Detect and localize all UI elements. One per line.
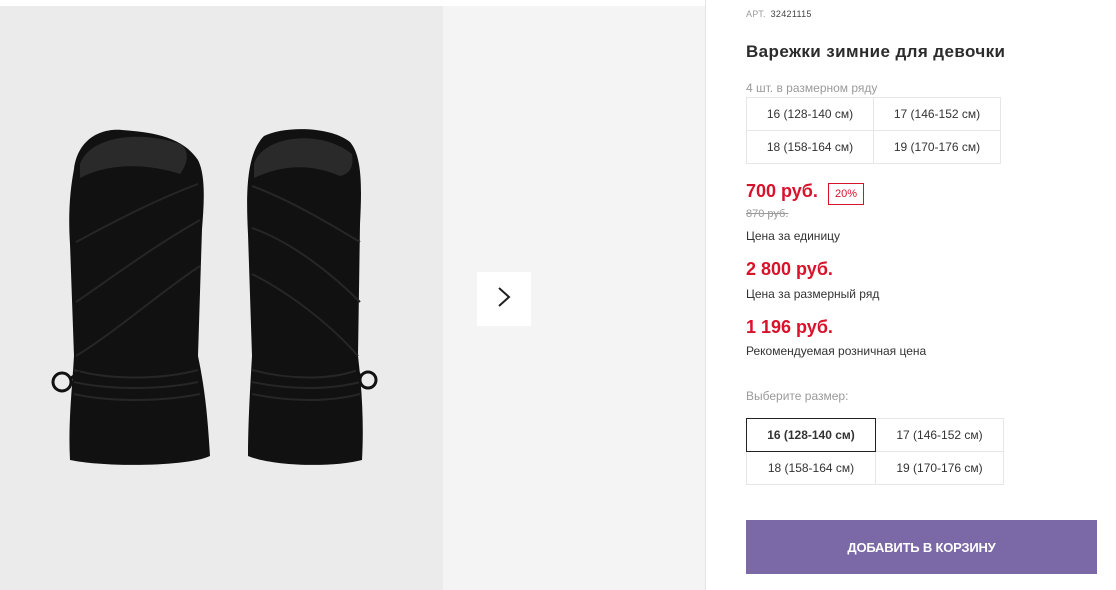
pack-size-info: 4 шт. в размерном ряду <box>746 81 878 95</box>
product-gallery <box>0 0 706 590</box>
product-title: Варежки зимние для девочки <box>746 42 1006 61</box>
discount-badge: 20% <box>828 183 864 205</box>
add-to-cart-button[interactable]: ДОБАВИТЬ В КОРЗИНУ <box>746 520 1097 574</box>
chevron-right-icon <box>497 286 511 313</box>
unit-price-caption: Цена за единицу <box>746 229 841 243</box>
size-selector-label: Выберите размер: <box>746 389 849 403</box>
retail-price: 1 196 руб. <box>746 317 833 337</box>
article-number: АРТ. 32421115 <box>746 9 812 19</box>
old-price: 870 руб. <box>746 208 789 220</box>
size-option[interactable]: 19 (170-176 см) <box>875 451 1004 485</box>
gallery-next-button[interactable] <box>477 272 531 326</box>
retail-price-caption: Рекомендуемая розничная цена <box>746 344 927 358</box>
size-option[interactable]: 18 (158-164 см) <box>746 451 876 485</box>
article-label: АРТ. <box>746 9 766 19</box>
size-option[interactable]: 16 (128-140 см) <box>746 418 876 452</box>
pack-size-cell: 16 (128-140 см) <box>746 97 874 131</box>
pack-size-cell: 18 (158-164 см) <box>746 130 874 164</box>
pack-size-cell: 17 (146-152 см) <box>873 97 1001 131</box>
pack-sizes-grid: 16 (128-140 см) 17 (146-152 см) 18 (158-… <box>746 97 1001 164</box>
product-photo <box>0 6 443 590</box>
size-selector-grid: 16 (128-140 см) 17 (146-152 см) 18 (158-… <box>746 418 1004 485</box>
product-info-panel: АРТ. 32421115 Варежки зимние для девочки… <box>746 0 1106 590</box>
pack-size-cell: 19 (170-176 см) <box>873 130 1001 164</box>
panel-divider <box>705 0 706 590</box>
article-value: 32421115 <box>770 9 812 19</box>
size-option[interactable]: 17 (146-152 см) <box>875 418 1004 452</box>
row-price: 2 800 руб. <box>746 259 833 279</box>
row-price-caption: Цена за размерный ряд <box>746 287 880 301</box>
mittens-image <box>51 129 378 465</box>
unit-price: 700 руб. <box>746 181 818 201</box>
